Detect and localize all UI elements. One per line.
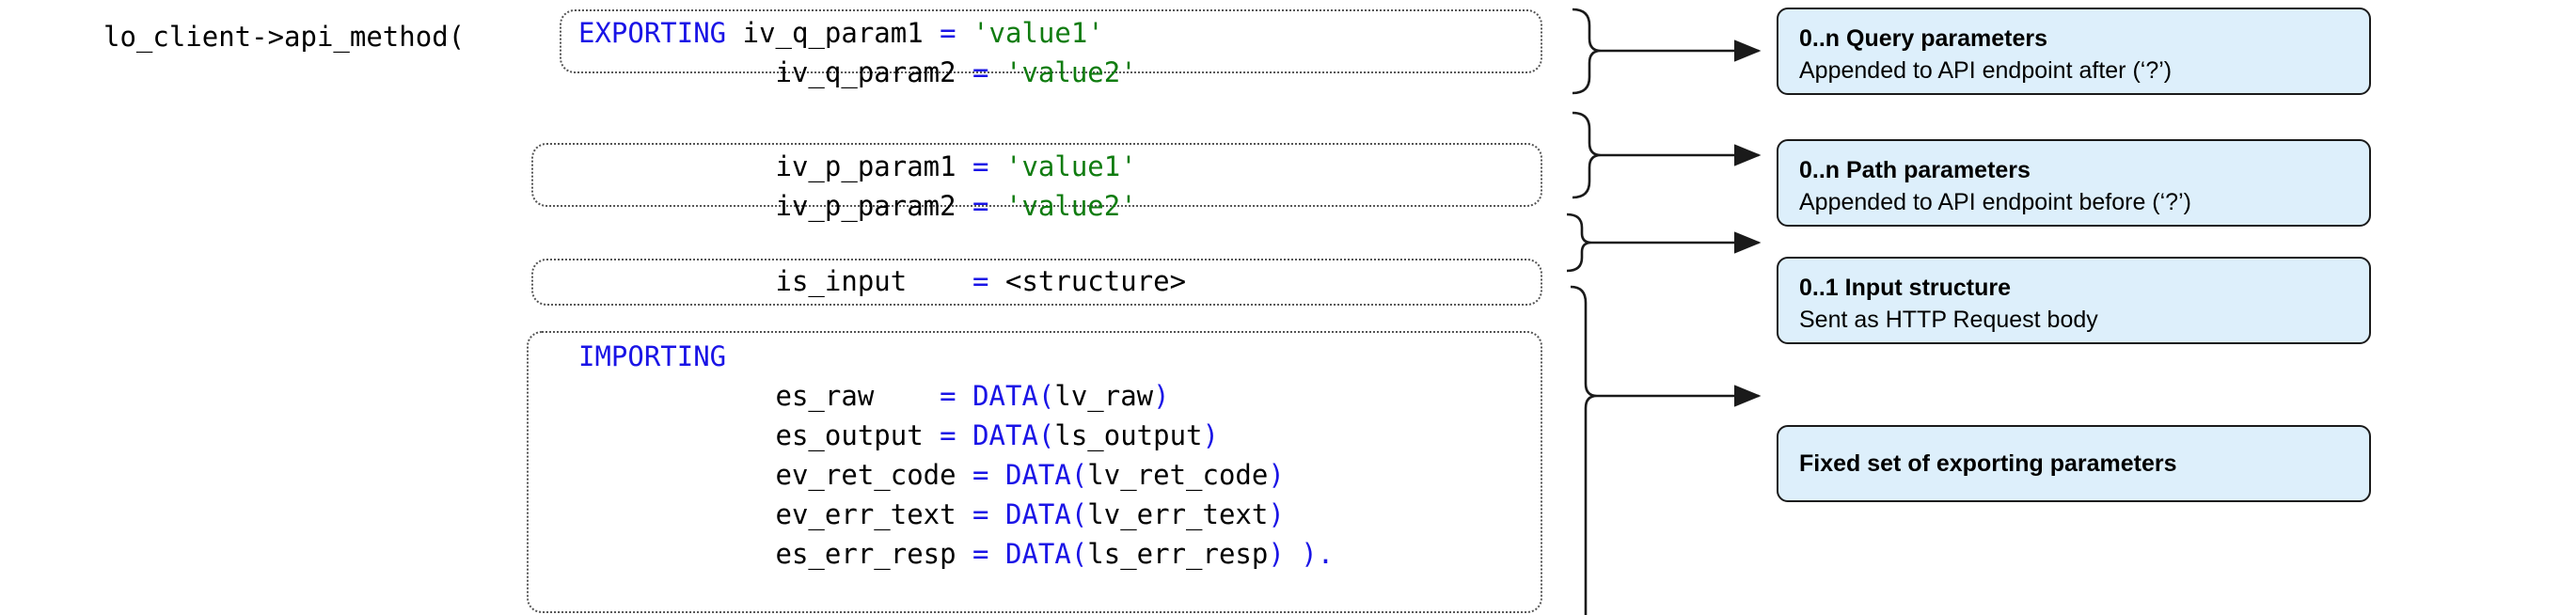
inner-var-ls-output: ls_output (1054, 419, 1203, 451)
inner-var-lv-ret-code: lv_ret_code (1087, 459, 1269, 491)
param-name-iv-q-param1: iv_q_param1 (742, 17, 924, 49)
code-lines-importing-params: IMPORTING es_raw = DATA(lv_raw) es_outpu… (578, 337, 1334, 574)
paren-close: ) (1268, 459, 1285, 491)
callout-input-structure: 0..1 Input structure Sent as HTTP Reques… (1777, 257, 2371, 344)
equals-sign: = (972, 265, 989, 297)
statement-terminator: ). (1284, 538, 1335, 570)
callout-title: 0..1 Input structure (1799, 275, 2012, 301)
paren-close: ) (1268, 498, 1285, 530)
inner-var-lv-raw: lv_raw (1054, 380, 1154, 412)
equals-sign: = (972, 538, 989, 570)
equals-sign: = (940, 419, 956, 451)
keyword-importing: IMPORTING (578, 340, 727, 372)
param-name-is-input: is_input (775, 265, 908, 297)
brace-path-params (1572, 111, 1602, 199)
param-name-iv-p-param1: iv_p_param1 (775, 150, 956, 182)
param-value-q1: 'value1' (972, 17, 1104, 49)
param-value-p1: 'value1' (1004, 150, 1137, 182)
keyword-exporting: EXPORTING (578, 17, 727, 49)
param-name-es-output: es_output (775, 419, 924, 451)
equals-sign: = (972, 150, 989, 182)
callout-title: Fixed set of exporting parameters (1799, 450, 2177, 477)
paren-close: ) (1153, 380, 1170, 412)
callout-subtitle: Appended to API endpoint after (‘?’) (1799, 57, 2173, 84)
data-keyword: DATA( (1004, 459, 1088, 491)
callout-title: 0..n Query parameters (1799, 25, 2048, 52)
equals-sign: = (972, 56, 989, 88)
param-name-iv-q-param2: iv_q_param2 (775, 56, 956, 88)
equals-sign: = (972, 459, 989, 491)
brace-query-params (1572, 8, 1602, 95)
brace-exporting-params (1570, 285, 1598, 615)
param-name-ev-err-text: ev_err_text (775, 498, 956, 530)
inner-var-lv-err-text: lv_err_text (1087, 498, 1269, 530)
paren-close: ) (1268, 538, 1285, 570)
code-lines-path-params: iv_p_param1 = 'value1' iv_p_param2 = 'va… (578, 147, 1137, 226)
equals-sign: = (940, 380, 956, 412)
code-lines-query-params: EXPORTING iv_q_param1 = 'value1' iv_q_pa… (578, 13, 1137, 92)
equals-sign: = (972, 190, 989, 222)
paren-close: ) (1202, 419, 1219, 451)
data-keyword: DATA( (972, 380, 1055, 412)
callout-path-parameters: 0..n Path parameters Appended to API end… (1777, 139, 2371, 227)
callout-title: 0..n Path parameters (1799, 157, 2031, 183)
callout-subtitle: Sent as HTTP Request body (1799, 307, 2098, 333)
param-name-ev-ret-code: ev_ret_code (775, 459, 956, 491)
param-value-p2: 'value2' (1004, 190, 1137, 222)
call-statement-prefix: lo_client->api_method( (103, 21, 466, 53)
data-keyword: DATA( (1004, 498, 1088, 530)
callout-subtitle: Appended to API endpoint before (‘?’) (1799, 189, 2191, 215)
equals-sign: = (972, 498, 989, 530)
inner-var-ls-err-resp: ls_err_resp (1087, 538, 1269, 570)
callout-query-parameters: 0..n Query parameters Appended to API en… (1777, 8, 2371, 95)
param-name-iv-p-param2: iv_p_param2 (775, 190, 956, 222)
data-keyword: DATA( (972, 419, 1055, 451)
callout-fixed-exporting: Fixed set of exporting parameters (1777, 425, 2371, 502)
code-lines-input-structure: is_input = <structure> (578, 261, 1187, 301)
param-name-es-err-resp: es_err_resp (775, 538, 956, 570)
param-name-es-raw: es_raw (775, 380, 875, 412)
brace-input-structure (1566, 213, 1592, 273)
equals-sign: = (940, 17, 956, 49)
param-value-q2: 'value2' (1004, 56, 1137, 88)
data-keyword: DATA( (1004, 538, 1088, 570)
param-value-input-structure: <structure> (1004, 265, 1187, 297)
